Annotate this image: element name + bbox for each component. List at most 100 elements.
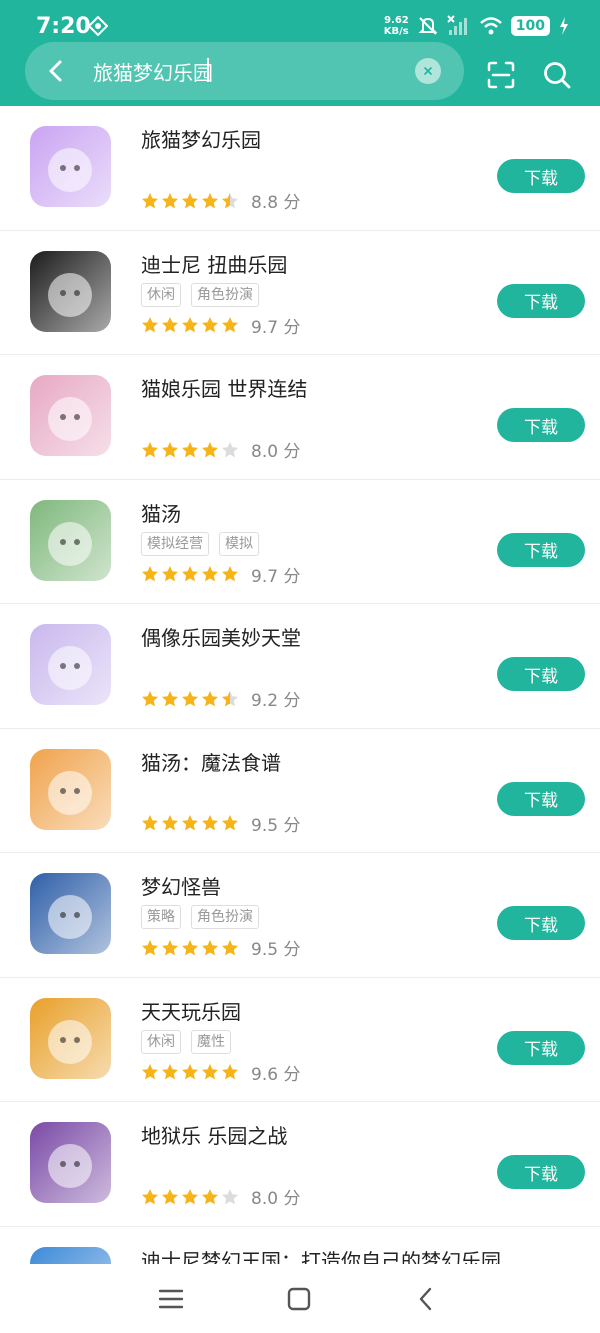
download-button[interactable]: 下载 [497,781,585,816]
back-arrow-icon[interactable] [39,54,73,88]
status-bar: 7:20 9.62 KB/s 100 [0,0,600,44]
star-icon [162,441,178,457]
result-item[interactable]: 天天玩乐园 休闲 魔性 9.6 分 下载 [0,978,600,1102]
star-icon [162,690,178,706]
download-button[interactable]: 下载 [497,657,585,691]
app-name[interactable]: 地狱乐 乐园之战 [141,1120,287,1149]
app-rating: 9.2 分 [141,686,300,711]
result-item[interactable]: 旅猫梦幻乐园 8.8 分 下载 [0,106,600,231]
star-icon [182,815,198,831]
app-icon[interactable] [30,375,111,456]
result-item[interactable]: 偶像乐园美妙天堂 9.2 分 下载 [0,604,600,729]
download-button[interactable]: 下载 [497,1030,585,1065]
download-button[interactable]: 下载 [497,532,585,567]
app-icon[interactable] [30,873,111,954]
app-artwork-icon [48,1019,92,1064]
result-item[interactable]: 猫汤 模拟经营 模拟 9.7 分 下载 [0,480,600,604]
star-icon [162,566,178,582]
app-name[interactable]: 偶像乐园美妙天堂 [141,622,301,651]
result-item[interactable]: 猫汤：魔法食谱 9.5 分 下载 [0,729,600,853]
clear-search-button[interactable] [415,58,441,84]
app-name[interactable]: 梦幻怪兽 [141,871,221,900]
star-rating [141,690,239,708]
download-button[interactable]: 下载 [497,283,585,318]
app-rating: 9.5 分 [141,935,300,960]
star-icon [142,1188,158,1204]
top-header: 7:20 9.62 KB/s 100 旅猫梦幻乐园 [0,0,600,106]
app-name[interactable]: 猫汤：魔法食谱 [141,747,281,776]
home-icon[interactable] [284,1284,314,1314]
download-button[interactable]: 下载 [497,408,585,442]
status-time: 7:20 [36,14,91,39]
star-icon [202,441,218,457]
app-icon[interactable] [30,499,111,581]
app-rating: 8.0 分 [141,437,300,462]
result-item[interactable]: 迪士尼 扭曲乐园 休闲 角色扮演 9.7 分 下载 [0,231,600,355]
download-button[interactable]: 下载 [497,906,585,940]
app-name[interactable]: 天天玩乐园 [141,996,241,1025]
app-name[interactable]: 旅猫梦幻乐园 [141,124,261,153]
app-name[interactable]: 猫娘乐园 世界连结 [141,373,307,402]
network-speed: 9.62 KB/s [384,15,409,37]
search-bar[interactable] [25,42,464,100]
star-icon [202,566,218,582]
app-artwork-icon [48,646,92,690]
app-icon[interactable] [30,1246,111,1264]
star-icon [142,815,158,831]
app-rating: 8.8 分 [141,188,300,213]
app-tag: 角色扮演 [191,282,259,307]
star-icon [202,690,218,706]
app-artwork-icon [48,521,92,566]
result-item[interactable]: 迪士尼梦幻王国：打造你自己的梦幻乐园 [0,1227,600,1265]
star-rating [141,814,239,832]
result-item[interactable]: 梦幻怪兽 策略 角色扮演 9.5 分 下载 [0,853,600,978]
star-icon [142,566,158,582]
app-tags: 休闲 角色扮演 [141,282,259,307]
result-item[interactable]: 地狱乐 乐园之战 8.0 分 下载 [0,1102,600,1227]
star-icon [162,815,178,831]
star-icon [142,441,158,457]
app-score: 8.8 分 [251,193,301,213]
menu-icon[interactable] [156,1284,186,1314]
app-icon[interactable] [30,748,111,830]
wifi-icon [479,17,502,35]
app-icon[interactable] [30,1122,111,1203]
app-artwork-icon [48,1144,92,1188]
scan-icon[interactable] [486,60,516,90]
back-icon[interactable] [412,1284,442,1314]
app-name[interactable]: 猫汤 [141,498,181,527]
app-icon[interactable] [30,997,111,1079]
star-icon [182,1064,198,1080]
search-results-list[interactable]: 旅猫梦幻乐园 8.8 分 下载 迪士尼 扭曲乐园 休闲 角色扮演 9.7 分 下载 … [0,106,600,1264]
star-icon [162,317,178,333]
star-icon [222,815,238,831]
app-icon[interactable] [30,624,111,705]
search-input[interactable] [93,52,403,90]
result-item[interactable]: 猫娘乐园 世界连结 8.0 分 下载 [0,355,600,480]
star-icon [142,192,158,208]
app-name[interactable]: 迪士尼梦幻王国：打造你自己的梦幻乐园 [141,1245,501,1265]
star-icon [182,566,198,582]
app-artwork-icon [48,272,92,317]
app-tag: 角色扮演 [191,905,259,929]
app-rating: 9.7 分 [141,562,300,587]
star-icon [222,1188,238,1204]
app-score: 9.5 分 [251,815,301,836]
star-icon [142,939,158,955]
app-icon[interactable] [30,126,111,207]
star-icon [202,815,218,831]
settings-gear-icon [88,16,108,36]
app-rating: 9.5 分 [141,811,300,836]
app-icon[interactable] [30,250,111,332]
app-tag: 休闲 [141,282,181,307]
download-button[interactable]: 下载 [497,1155,585,1189]
search-icon[interactable] [542,60,572,90]
star-icon [162,1064,178,1080]
mute-bell-icon [418,17,438,35]
star-rating [141,1188,239,1206]
download-button[interactable]: 下载 [497,159,585,193]
star-icon [142,317,158,333]
star-icon [202,192,218,208]
app-name[interactable]: 迪士尼 扭曲乐园 [141,249,287,278]
app-rating: 9.6 分 [141,1060,300,1085]
